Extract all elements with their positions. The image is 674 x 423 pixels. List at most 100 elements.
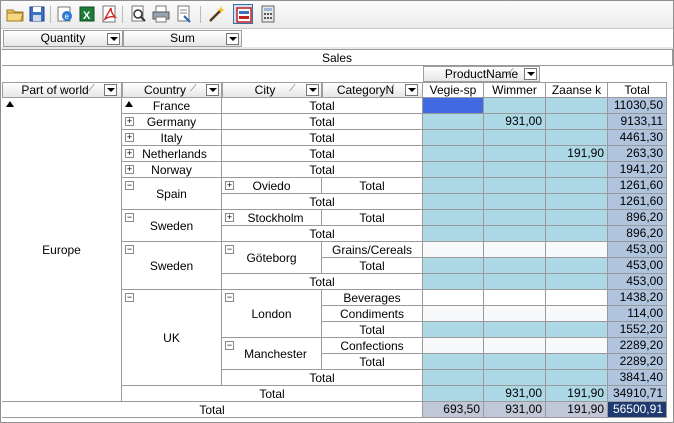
row-header-sweden[interactable]: Sweden: [122, 210, 222, 242]
data-cell[interactable]: [546, 290, 608, 306]
row-header-netherlands[interactable]: Netherlands: [122, 146, 222, 162]
total-cell[interactable]: 1438,20: [608, 290, 667, 306]
total-cell[interactable]: 11030,50: [608, 98, 667, 114]
data-cell[interactable]: [546, 354, 608, 370]
data-cell[interactable]: [484, 162, 546, 178]
data-cell[interactable]: [484, 354, 546, 370]
total-cell[interactable]: 2289,20: [608, 338, 667, 354]
row-header-uk[interactable]: UK: [122, 290, 222, 386]
row-header-sweden[interactable]: Sweden: [122, 242, 222, 290]
page-setup-icon[interactable]: [174, 4, 194, 24]
expand-icon[interactable]: +: [225, 181, 234, 190]
data-cell[interactable]: [423, 370, 484, 386]
data-cell[interactable]: [484, 370, 546, 386]
data-cell[interactable]: [546, 226, 608, 242]
total-cell[interactable]: 263,30: [608, 146, 667, 162]
total-cell[interactable]: 1552,20: [608, 322, 667, 338]
row-header-manchester[interactable]: Manchester: [222, 338, 322, 370]
data-cell[interactable]: [546, 274, 608, 290]
data-cell[interactable]: 931,00: [484, 114, 546, 130]
quantity-dropdown-icon[interactable]: [107, 33, 120, 45]
collapse-icon[interactable]: −: [125, 213, 134, 222]
total-cell[interactable]: 1261,60: [608, 178, 667, 194]
data-cell[interactable]: [546, 130, 608, 146]
data-cell[interactable]: [484, 322, 546, 338]
print-preview-icon[interactable]: [128, 4, 148, 24]
row-header-confections[interactable]: Confections: [322, 338, 423, 354]
data-cell[interactable]: [423, 210, 484, 226]
row-header-europe[interactable]: Europe: [2, 98, 122, 402]
total-cell[interactable]: 896,20: [608, 210, 667, 226]
data-cell[interactable]: [546, 370, 608, 386]
collapse-arrow-icon[interactable]: [6, 101, 14, 107]
data-cell[interactable]: 191,90: [546, 146, 608, 162]
expand-icon[interactable]: +: [225, 213, 234, 222]
pdf-export-icon[interactable]: [99, 4, 119, 24]
data-cell[interactable]: [423, 306, 484, 322]
data-cell[interactable]: 931,00: [484, 386, 546, 402]
data-cell[interactable]: [423, 114, 484, 130]
sum-dropdown-icon[interactable]: [226, 33, 239, 45]
data-cell[interactable]: [546, 98, 608, 114]
total-cell[interactable]: 453,00: [608, 274, 667, 290]
data-cell[interactable]: [546, 242, 608, 258]
row-header-stockholm[interactable]: Stockholm: [222, 210, 322, 226]
row-header-condiments[interactable]: Condiments: [322, 306, 423, 322]
total-cell[interactable]: 114,00: [608, 306, 667, 322]
collapse-icon[interactable]: −: [125, 245, 134, 254]
data-cell[interactable]: [484, 194, 546, 210]
total-cell[interactable]: 1941,20: [608, 162, 667, 178]
row-header-norway[interactable]: Norway: [122, 162, 222, 178]
data-cell[interactable]: [546, 194, 608, 210]
data-cell[interactable]: [423, 322, 484, 338]
save-icon[interactable]: [27, 4, 47, 24]
total-cell[interactable]: 34910,71: [608, 386, 667, 402]
row-header-italy[interactable]: Italy: [122, 130, 222, 146]
data-cell[interactable]: [423, 194, 484, 210]
grand-total-cell[interactable]: 931,00: [484, 402, 546, 418]
collapse-arrow-icon[interactable]: [125, 101, 133, 107]
column-header-vegie[interactable]: Vegie-sp: [423, 82, 484, 98]
grand-total-cell[interactable]: 56500,91: [608, 402, 667, 418]
row-header-france[interactable]: France: [122, 98, 222, 114]
collapse-icon[interactable]: −: [125, 293, 134, 302]
total-cell[interactable]: 4461,30: [608, 130, 667, 146]
total-cell[interactable]: 9133,11: [608, 114, 667, 130]
data-cell[interactable]: [423, 338, 484, 354]
data-cell[interactable]: [484, 338, 546, 354]
row-header-spain[interactable]: Spain: [122, 178, 222, 210]
excel-export-icon[interactable]: X: [77, 4, 97, 24]
data-cell[interactable]: [423, 274, 484, 290]
data-cell[interactable]: [423, 386, 484, 402]
wand-icon[interactable]: [206, 4, 226, 24]
category-dropdown-icon[interactable]: [405, 84, 418, 96]
row-header-london[interactable]: London: [222, 290, 322, 338]
part-of-world-dropdown-icon[interactable]: [104, 84, 117, 96]
collapse-icon[interactable]: −: [125, 181, 134, 190]
open-folder-icon[interactable]: [5, 4, 25, 24]
data-cell[interactable]: [484, 290, 546, 306]
column-header-wimmer[interactable]: Wimmer: [484, 82, 546, 98]
collapse-icon[interactable]: −: [225, 341, 234, 350]
data-cell[interactable]: [484, 242, 546, 258]
data-cell[interactable]: [423, 226, 484, 242]
data-cell[interactable]: [546, 338, 608, 354]
data-cell[interactable]: [423, 130, 484, 146]
grand-total-cell[interactable]: 693,50: [423, 402, 484, 418]
data-cell[interactable]: [423, 162, 484, 178]
data-cell[interactable]: [423, 258, 484, 274]
data-cell[interactable]: [546, 210, 608, 226]
productname-field-button[interactable]: ProductName: [423, 66, 540, 82]
olap-icon[interactable]: [233, 4, 253, 24]
data-cell-selected[interactable]: [423, 98, 484, 114]
data-cell[interactable]: [484, 274, 546, 290]
total-cell[interactable]: 1261,60: [608, 194, 667, 210]
data-cell[interactable]: [484, 178, 546, 194]
expand-icon[interactable]: +: [125, 117, 134, 126]
data-cell[interactable]: 191,90: [546, 386, 608, 402]
data-cell[interactable]: [484, 226, 546, 242]
sum-field-button[interactable]: Sum: [123, 30, 242, 47]
total-cell[interactable]: 896,20: [608, 226, 667, 242]
column-header-total[interactable]: Total: [608, 82, 667, 98]
data-cell[interactable]: [546, 114, 608, 130]
